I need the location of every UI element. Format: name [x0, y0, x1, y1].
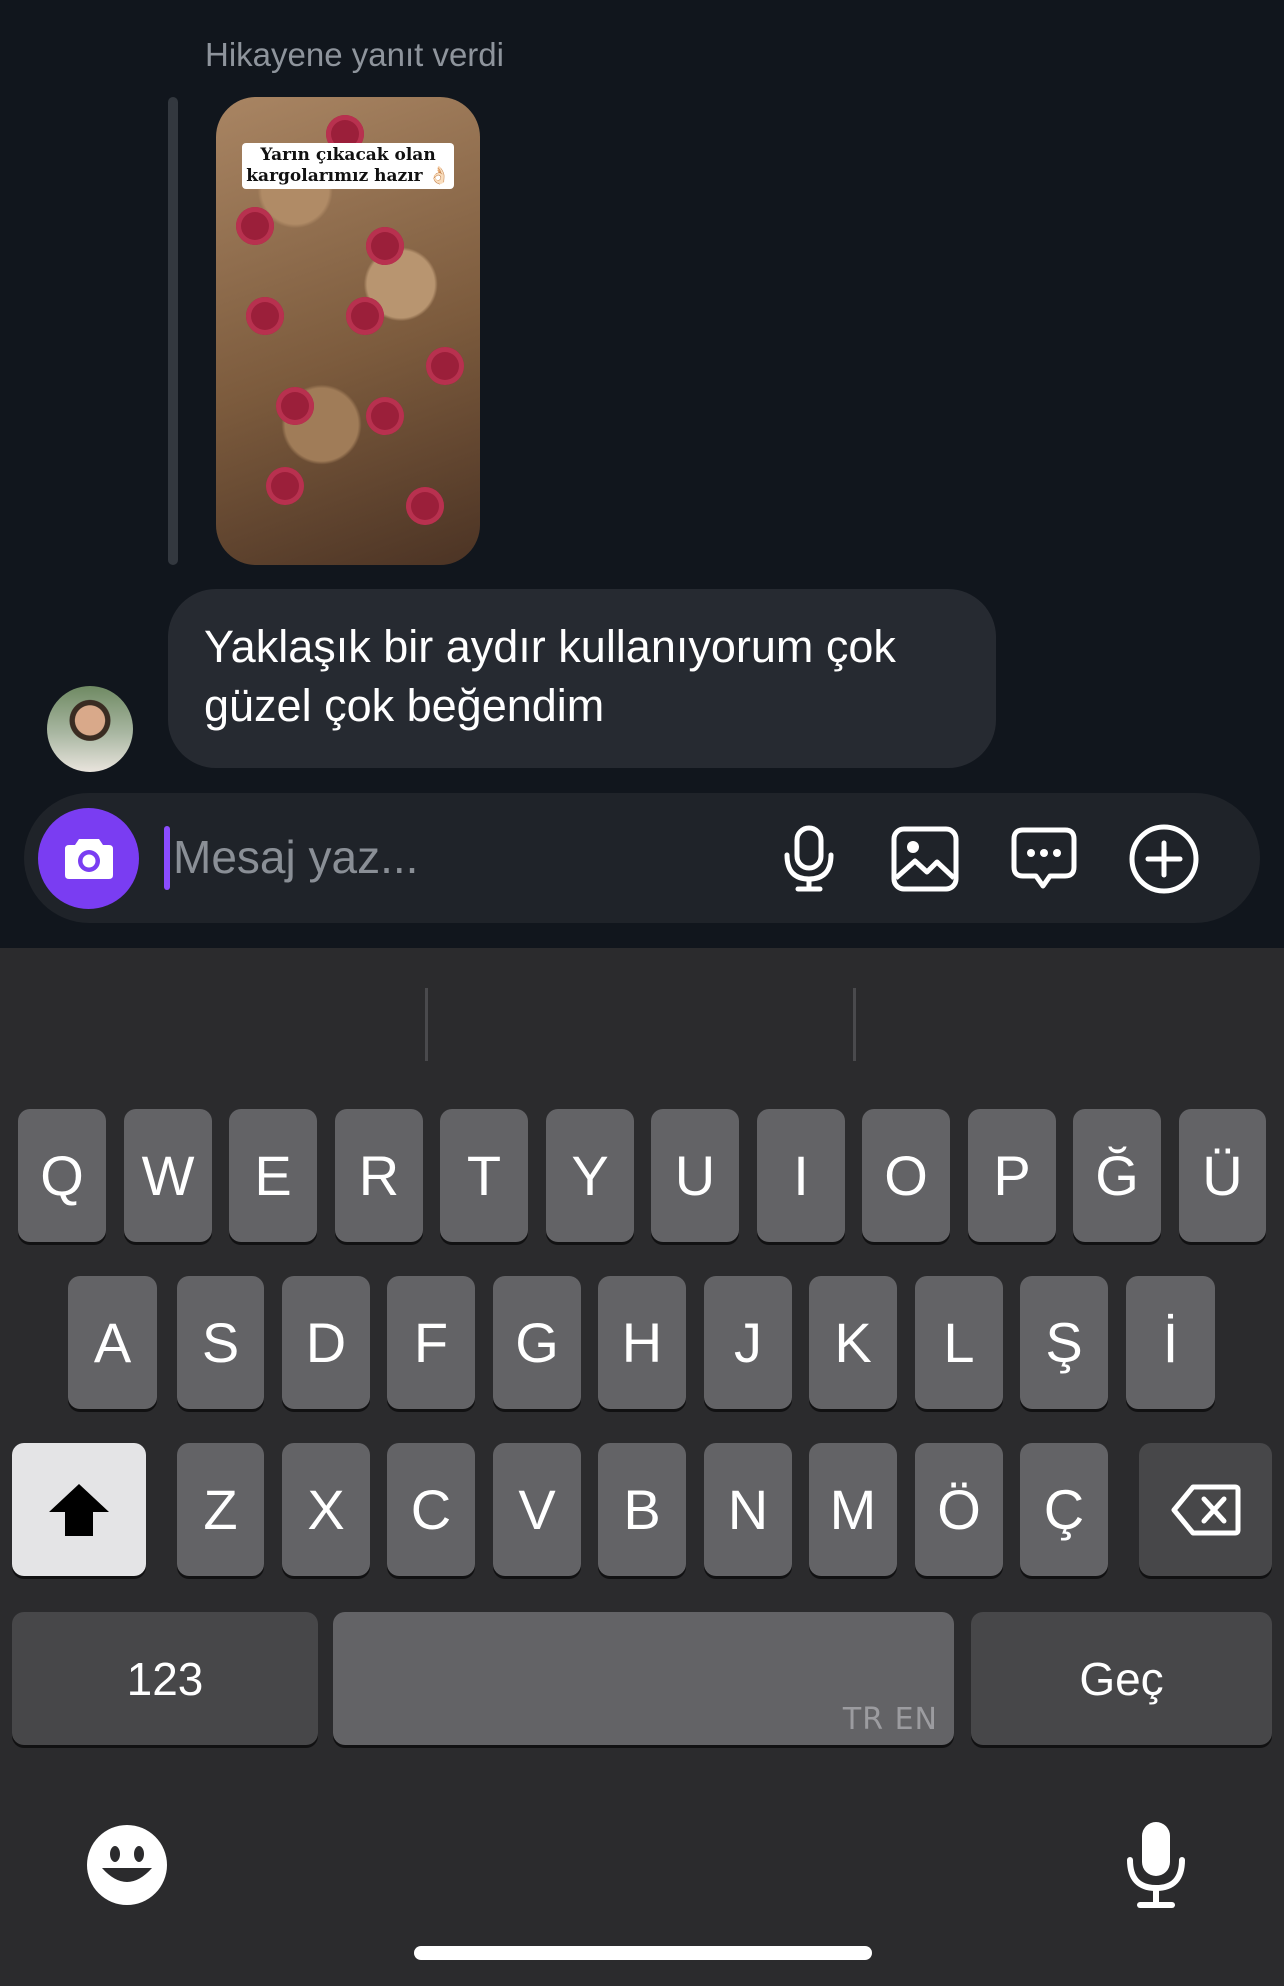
microphone-icon [784, 825, 834, 892]
voice-message-button[interactable] [769, 819, 849, 899]
plus-circle-icon [1129, 824, 1199, 894]
return-key[interactable]: Geç [971, 1612, 1272, 1745]
key-e[interactable]: E [229, 1109, 317, 1242]
prediction-divider [425, 988, 428, 1061]
key-l[interactable]: L [915, 1276, 1003, 1409]
key-u-umlaut[interactable]: Ü [1179, 1109, 1266, 1242]
key-c[interactable]: C [387, 1443, 475, 1576]
story-caption: Yarın çıkacak olan kargolarımız hazır 👌🏻 [242, 143, 454, 189]
home-indicator[interactable] [414, 1946, 872, 1960]
key-w[interactable]: W [124, 1109, 212, 1242]
delete-key[interactable] [1139, 1443, 1272, 1576]
backspace-icon [1171, 1484, 1240, 1535]
wax-seal [346, 297, 384, 335]
key-d[interactable]: D [282, 1276, 370, 1409]
wax-seal [236, 207, 274, 245]
emoji-icon [87, 1825, 167, 1905]
key-v[interactable]: V [493, 1443, 581, 1576]
key-x[interactable]: X [282, 1443, 370, 1576]
story-thumbnail[interactable]: Yarın çıkacak olan kargolarımız hazır 👌🏻 [216, 97, 480, 565]
key-i-dotted[interactable]: İ [1126, 1276, 1215, 1409]
more-options-button[interactable] [1124, 819, 1204, 899]
numbers-key[interactable]: 123 [12, 1612, 318, 1745]
emoji-button[interactable] [86, 1824, 168, 1906]
shift-key[interactable] [12, 1443, 146, 1576]
key-g-breve[interactable]: Ğ [1073, 1109, 1161, 1242]
prediction-divider [853, 988, 856, 1061]
key-t[interactable]: T [440, 1109, 528, 1242]
story-reply-label: Hikayene yanıt verdi [205, 36, 504, 73]
key-k[interactable]: K [809, 1276, 897, 1409]
wax-seal [266, 467, 304, 505]
chat-bubble-icon [1011, 827, 1077, 889]
wax-seal [406, 487, 444, 525]
shift-icon [49, 1483, 109, 1536]
key-f[interactable]: F [387, 1276, 475, 1409]
key-n[interactable]: N [704, 1443, 792, 1576]
key-c-cedilla[interactable]: Ç [1020, 1443, 1108, 1576]
key-u[interactable]: U [651, 1109, 739, 1242]
key-g[interactable]: G [493, 1276, 581, 1409]
key-h[interactable]: H [598, 1276, 686, 1409]
key-s[interactable]: S [177, 1276, 264, 1409]
message-text: Yaklaşık bir aydır kullanıyorum çok güze… [204, 621, 896, 731]
camera-icon [65, 839, 113, 879]
message-input[interactable] [169, 821, 737, 893]
message-bubble[interactable]: Yaklaşık bir aydır kullanıyorum çok güze… [168, 589, 996, 768]
key-m[interactable]: M [809, 1443, 897, 1576]
space-language-label: TR EN [842, 1702, 938, 1737]
wax-seal [276, 387, 314, 425]
key-a[interactable]: A [68, 1276, 157, 1409]
chat-area: Hikayene yanıt verdi Yarın çıkacak olan … [0, 0, 1284, 948]
wax-seal [246, 297, 284, 335]
dictation-mic-icon [1127, 1822, 1185, 1908]
keyboard: Q W E R T Y U I O P Ğ Ü A S D F G H J K … [0, 948, 1284, 1986]
wax-seal [366, 227, 404, 265]
wax-seal [366, 397, 404, 435]
camera-button[interactable] [38, 808, 139, 909]
image-icon [891, 826, 959, 892]
key-o-umlaut[interactable]: Ö [915, 1443, 1003, 1576]
key-s-cedilla[interactable]: Ş [1020, 1276, 1108, 1409]
key-b[interactable]: B [598, 1443, 686, 1576]
key-i[interactable]: I [757, 1109, 845, 1242]
key-p[interactable]: P [968, 1109, 1056, 1242]
key-o[interactable]: O [862, 1109, 950, 1242]
space-key[interactable]: TR EN [333, 1612, 954, 1745]
key-q[interactable]: Q [18, 1109, 106, 1242]
quick-reply-button[interactable] [1004, 819, 1084, 899]
key-z[interactable]: Z [177, 1443, 264, 1576]
dictation-button[interactable] [1124, 1820, 1188, 1910]
key-r[interactable]: R [335, 1109, 423, 1242]
key-j[interactable]: J [704, 1276, 792, 1409]
gallery-button[interactable] [885, 819, 965, 899]
key-y[interactable]: Y [546, 1109, 634, 1242]
sender-avatar[interactable] [47, 686, 133, 772]
reply-quote-bar [168, 97, 178, 565]
message-composer [24, 793, 1260, 923]
wax-seal [426, 347, 464, 385]
